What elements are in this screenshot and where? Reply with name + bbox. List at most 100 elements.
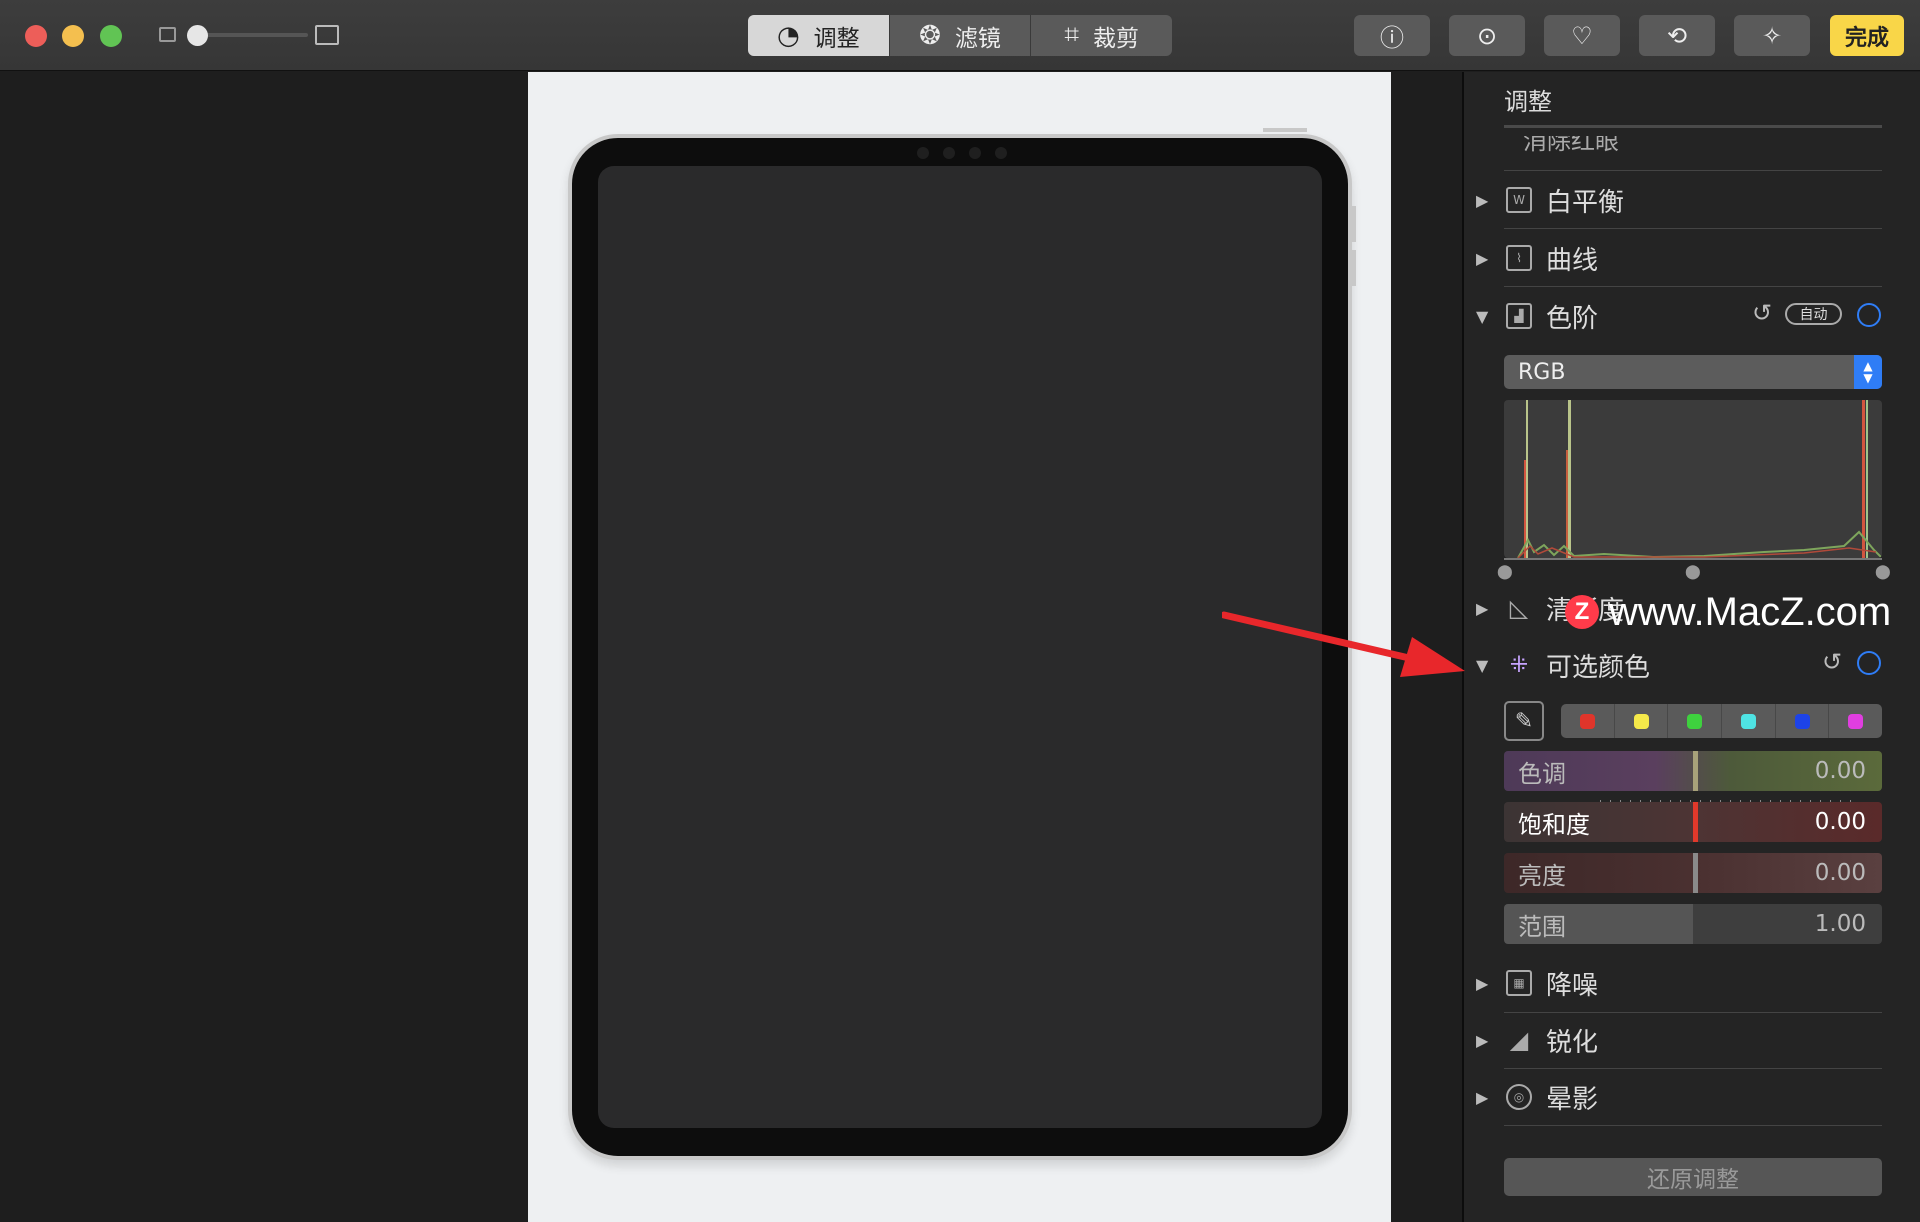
levels-revert-icon[interactable]: ↺ — [1752, 299, 1772, 327]
selective-color-revert-icon[interactable]: ↺ — [1822, 648, 1842, 676]
swatch-blue-chip — [1794, 713, 1810, 729]
disclosure-right-icon[interactable]: ▶ — [1476, 974, 1506, 993]
disclosure-down-icon[interactable]: ▼ — [1476, 656, 1506, 675]
red-arrow-annotation — [1222, 611, 1465, 677]
channel-value: RGB — [1518, 359, 1566, 385]
divider — [1504, 228, 1882, 229]
saturation-indicator — [1693, 802, 1698, 842]
tab-adjust[interactable]: ◔ 调整 — [748, 15, 890, 56]
levels-channel-select[interactable]: RGB ▲ ▼ — [1504, 355, 1882, 389]
toolbar: ◔ 调整 ❂ 滤镜 ⌗ 裁剪 ⓘ ⊙ ♡ ⟲ ✧ 完成 — [0, 0, 1920, 71]
ipad-top-button — [1263, 128, 1307, 132]
disclosure-right-icon[interactable]: ▶ — [1476, 249, 1506, 268]
color-swatches — [1561, 704, 1882, 738]
range-label: 范围 — [1518, 912, 1566, 941]
zoom-in-icon[interactable] — [315, 25, 339, 45]
section-label: 可选颜色 — [1546, 652, 1651, 683]
rotate-icon: ⟲ — [1666, 21, 1688, 50]
section-curves[interactable]: ▶ ⌇ 曲线 — [1476, 236, 1598, 280]
divider — [1504, 170, 1882, 171]
disclosure-right-icon[interactable]: ▶ — [1476, 191, 1506, 210]
swatch-magenta-chip — [1848, 713, 1864, 729]
histogram-baseline — [1504, 558, 1882, 560]
tab-crop-label: 裁剪 — [1093, 25, 1139, 52]
section-white-balance[interactable]: ▶ W 白平衡 — [1476, 178, 1624, 222]
select-arrows-icon: ▲ ▼ — [1854, 355, 1882, 389]
zoom-out-icon[interactable] — [159, 27, 176, 42]
divider — [1504, 286, 1882, 287]
swatch-cyan-chip — [1740, 713, 1756, 729]
tab-filters[interactable]: ❂ 滤镜 — [890, 15, 1032, 56]
levels-auto-button[interactable]: 自动 — [1785, 303, 1842, 325]
levels-icon: ▟ — [1506, 303, 1532, 329]
section-label: 晕影 — [1546, 1084, 1599, 1115]
swatch-red[interactable] — [1561, 704, 1615, 738]
levels-toggle-button[interactable] — [1857, 303, 1881, 327]
swatch-magenta[interactable] — [1829, 704, 1882, 738]
swatch-green[interactable] — [1668, 704, 1723, 738]
curves-icon: ⌇ — [1506, 245, 1532, 271]
swatch-cyan[interactable] — [1722, 704, 1776, 738]
info-button[interactable]: ⓘ — [1354, 15, 1430, 56]
section-selective-color[interactable]: ▼ ⁜ 可选颜色 — [1476, 643, 1650, 687]
zoom-window-button[interactable] — [100, 25, 122, 47]
red-eye-section-partial[interactable]: 消除红眼 — [1523, 136, 1619, 156]
watermark: Z www.MacZ.com — [1565, 589, 1892, 634]
disclosure-right-icon[interactable]: ▶ — [1476, 1031, 1506, 1050]
swatch-blue[interactable] — [1776, 704, 1830, 738]
hue-indicator — [1693, 751, 1698, 791]
more-button[interactable]: ⊙ — [1449, 15, 1525, 56]
section-noise-reduction[interactable]: ▶ ▦ 降噪 — [1476, 961, 1598, 1005]
section-sharpen[interactable]: ▶ ◢ 锐化 — [1476, 1018, 1598, 1062]
white-point-handle[interactable]: ⬤ — [1875, 564, 1891, 580]
divider — [1504, 1125, 1882, 1126]
tab-filters-label: 滤镜 — [954, 25, 1001, 52]
favorite-button[interactable]: ♡ — [1544, 15, 1620, 56]
watermark-logo: Z — [1565, 595, 1599, 629]
swatch-red-chip — [1579, 713, 1595, 729]
range-slider[interactable]: 范围 1.00 — [1504, 904, 1882, 944]
luminance-indicator — [1693, 853, 1698, 893]
disclosure-right-icon[interactable]: ▶ — [1476, 599, 1506, 618]
disclosure-down-icon[interactable]: ▼ — [1476, 307, 1506, 326]
rotate-button[interactable]: ⟲ — [1639, 15, 1715, 56]
close-window-button[interactable] — [25, 25, 47, 47]
black-point-handle[interactable]: ⬤ — [1497, 564, 1513, 580]
luminance-value: 0.00 — [1814, 860, 1866, 886]
hue-label: 色调 — [1518, 759, 1566, 788]
ipad-button — [1352, 206, 1356, 242]
histogram-graph — [1517, 400, 1882, 558]
red-eye-label: 消除红眼 — [1523, 136, 1619, 155]
luminance-slider[interactable]: 亮度 0.00 — [1504, 853, 1882, 893]
minimize-window-button[interactable] — [62, 25, 84, 47]
section-levels[interactable]: ▼ ▟ 色阶 — [1476, 294, 1598, 338]
section-label: 锐化 — [1546, 1027, 1599, 1058]
hue-slider[interactable]: 色调 0.00 — [1504, 751, 1882, 791]
enhance-button[interactable]: ✧ — [1734, 15, 1810, 56]
reset-adjustments-button[interactable]: 还原调整 — [1504, 1158, 1882, 1196]
tab-crop[interactable]: ⌗ 裁剪 — [1031, 15, 1172, 56]
divider — [1504, 1012, 1882, 1013]
swatch-yellow[interactable] — [1615, 704, 1669, 738]
section-label: 曲线 — [1546, 245, 1599, 276]
section-label: 色阶 — [1546, 303, 1599, 334]
done-button[interactable]: 完成 — [1830, 15, 1904, 56]
magic-wand-icon: ✧ — [1761, 21, 1783, 50]
disclosure-right-icon[interactable]: ▶ — [1476, 1088, 1506, 1107]
heart-icon: ♡ — [1571, 21, 1593, 50]
saturation-slider[interactable]: 饱和度 0.00 — [1504, 802, 1882, 842]
crop-icon: ⌗ — [1064, 20, 1079, 50]
edit-mode-tabs: ◔ 调整 ❂ 滤镜 ⌗ 裁剪 — [748, 15, 1172, 56]
ipad-button — [1352, 250, 1356, 286]
selective-color-toggle-button[interactable] — [1857, 651, 1881, 675]
luminance-label: 亮度 — [1518, 861, 1566, 890]
saturation-label: 饱和度 — [1518, 810, 1590, 839]
divider — [1504, 1068, 1882, 1069]
histogram — [1504, 400, 1882, 558]
section-vignette[interactable]: ▶ ◎ 晕影 — [1476, 1075, 1598, 1119]
midpoint-handle[interactable]: ⬤ — [1685, 564, 1701, 580]
watermark-text: www.MacZ.com — [1609, 589, 1892, 634]
eyedropper-button[interactable]: ✎ — [1504, 701, 1544, 741]
zoom-slider-knob[interactable] — [187, 25, 208, 46]
eyedropper-icon: ✎ — [1514, 708, 1534, 734]
